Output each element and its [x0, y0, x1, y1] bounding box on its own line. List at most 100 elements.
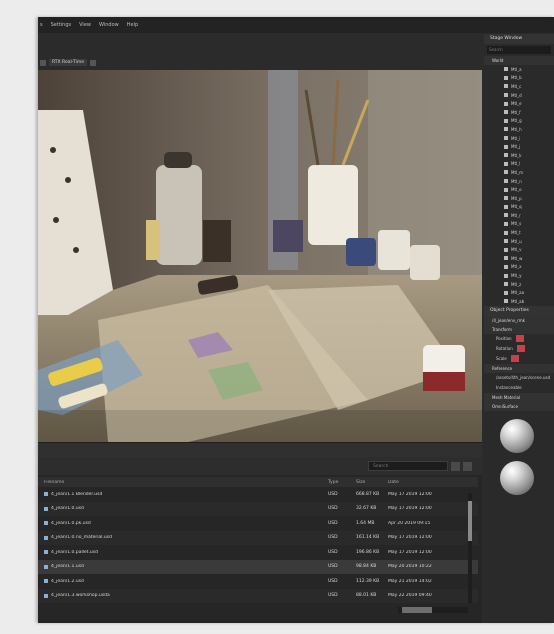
right-panel: Stage Window Search World Mtl_a Mtl_b Mtl_…: [484, 34, 554, 623]
tree-item[interactable]: Mtl_t: [484, 228, 554, 237]
tree-item[interactable]: Mtl_aa: [484, 288, 554, 297]
table-header: Filename Type Size Date: [38, 477, 478, 487]
tree-item[interactable]: Mtl_p: [484, 194, 554, 203]
material-icon: [504, 239, 508, 244]
x-axis-badge[interactable]: [515, 335, 524, 343]
camera-icon[interactable]: [90, 59, 96, 66]
menu-item-view[interactable]: View: [79, 22, 91, 28]
horizontal-scrollbar[interactable]: [398, 607, 468, 613]
material-icon: [504, 282, 508, 287]
prim-path-field[interactable]: /4_jean/env_rmk: [484, 315, 554, 325]
file-icon: [44, 550, 48, 555]
material-icon: [504, 299, 508, 304]
tree-item[interactable]: Mtl_w: [484, 254, 554, 263]
tree-item[interactable]: Mtl_f: [484, 108, 554, 117]
tree-item[interactable]: Mtl_c: [484, 82, 554, 91]
material-icon: [504, 187, 508, 192]
column-size[interactable]: Size: [356, 480, 388, 485]
material-icon: [504, 67, 508, 72]
menu-item-window[interactable]: Window: [99, 22, 119, 28]
tree-item[interactable]: Mtl_k: [484, 151, 554, 160]
tree-item[interactable]: Mtl_v: [484, 245, 554, 254]
tree-item-label: Mtl_e: [511, 101, 522, 107]
tree-item[interactable]: Mtl_m: [484, 168, 554, 177]
reference-section[interactable]: Reference: [484, 363, 554, 373]
app-window: s Settings View Window Help RTX Real-Tim…: [38, 17, 554, 623]
tree-item[interactable]: Mtl_s: [484, 220, 554, 229]
tree-item[interactable]: Mtl_a: [484, 65, 554, 74]
search-input[interactable]: Search: [368, 461, 448, 471]
tree-item[interactable]: Mtl_x: [484, 263, 554, 272]
transform-section[interactable]: Transform: [484, 324, 554, 334]
tree-item[interactable]: Mtl_z: [484, 280, 554, 289]
material-icon: [504, 290, 508, 295]
material-icon: [504, 179, 508, 184]
tree-item[interactable]: Mtl_y: [484, 271, 554, 280]
table-row-selected[interactable]: 4_jean/1.1.usd USD 98.84 KB May 20 2019 10:…: [38, 559, 478, 574]
x-axis-badge[interactable]: [510, 355, 519, 363]
scroll-thumb[interactable]: [468, 501, 472, 541]
scroll-thumb[interactable]: [402, 607, 432, 613]
table-row[interactable]: 4_jean/1.0.no_material.usd USD 161.14 KB Ma…: [38, 530, 478, 545]
reference-path[interactable]: /assets/4th_jean/scene.usd: [484, 373, 554, 383]
tree-item[interactable]: Mtl_ab: [484, 297, 554, 306]
menu-item-settings[interactable]: Settings: [51, 22, 72, 28]
tree-item[interactable]: Mtl_l: [484, 160, 554, 169]
material-icon: [504, 84, 508, 89]
tree-item[interactable]: Mtl_i: [484, 134, 554, 143]
tree-item-label: Mtl_w: [511, 255, 523, 261]
tree-item[interactable]: Mtl_u: [484, 237, 554, 246]
paint-jar-blue: [346, 238, 376, 266]
tree-item[interactable]: Mtl_g: [484, 117, 554, 126]
viewport[interactable]: [38, 70, 482, 442]
viewport-toolbar: RTX Real-Time: [38, 58, 482, 67]
settings-icon[interactable]: [40, 59, 46, 66]
table-row[interactable]: 4_jean/1.3.workshop.usda USD 88.01 KB May 2…: [38, 588, 478, 603]
tree-item[interactable]: Mtl_d: [484, 91, 554, 100]
tree-item-label: Mtl_j: [511, 144, 521, 150]
filter-icon[interactable]: [451, 461, 460, 471]
table-body: 4_jean/1.1 Blender.usd USD 668.87 KB May 17…: [38, 487, 478, 603]
stage-tree: Mtl_a Mtl_b Mtl_c Mtl_d Mtl_e Mtl_f Mtl_g Mtl_h…: [484, 65, 554, 306]
material-preview-sphere-2[interactable]: [500, 460, 534, 495]
column-type[interactable]: Type: [328, 480, 356, 485]
material-preview-sphere[interactable]: [500, 418, 534, 453]
paint-jar-white-2: [410, 245, 440, 280]
render-mode-dropdown[interactable]: RTX Real-Time: [49, 59, 87, 66]
menu-item-help[interactable]: Help: [127, 22, 138, 28]
gear-icon[interactable]: [463, 461, 472, 471]
menu-item-file[interactable]: s: [40, 22, 43, 28]
x-axis-badge[interactable]: [516, 345, 525, 353]
properties-panel-title[interactable]: Object Properties: [484, 305, 554, 316]
tree-item[interactable]: Mtl_e: [484, 99, 554, 108]
material-subsection[interactable]: OmniSurface: [484, 401, 554, 411]
material-icon: [504, 75, 508, 80]
stage-panel-title[interactable]: Stage Window: [484, 34, 554, 44]
tree-item[interactable]: Mtl_n: [484, 177, 554, 186]
material-icon: [504, 93, 508, 98]
table-row[interactable]: 4_jean/1.0.usd USD 32.67 KB May 17 2019 12:…: [38, 501, 478, 516]
table-row[interactable]: 4_jean/1.1 Blender.usd USD 668.87 KB May 17…: [38, 487, 478, 502]
tree-item-label: Mtl_f: [511, 109, 521, 115]
material-icon: [504, 196, 508, 201]
tree-item-label: Mtl_z: [511, 281, 522, 287]
tree-root[interactable]: World: [484, 56, 554, 65]
tree-item[interactable]: Mtl_h: [484, 125, 554, 134]
tree-item[interactable]: Mtl_o: [484, 185, 554, 194]
tree-item[interactable]: Mtl_r: [484, 211, 554, 220]
table-row[interactable]: 4_jean/1.0.pk.usd USD 1.64 MB Apr 20 2019 0…: [38, 516, 478, 531]
table-row[interactable]: 4_jean/1.0.pallet.usd USD 196.86 KB May 17 …: [38, 545, 478, 560]
tree-item[interactable]: Mtl_j: [484, 142, 554, 151]
table-row[interactable]: 4_jean/1.2.usd USD 112.39 KB May 21 2019 14…: [38, 574, 478, 589]
column-filename[interactable]: Filename: [38, 480, 328, 485]
vertical-scrollbar[interactable]: [468, 493, 472, 603]
tree-item-label: Mtl_m: [511, 169, 524, 175]
tree-item-label: Mtl_g: [511, 118, 522, 124]
tree-item[interactable]: Mtl_b: [484, 74, 554, 83]
file-icon: [44, 492, 48, 497]
tree-item[interactable]: Mtl_q: [484, 203, 554, 212]
column-date[interactable]: Date: [388, 480, 458, 485]
stage-search-input[interactable]: Search: [487, 46, 551, 54]
material-section[interactable]: Mesh Material: [484, 392, 554, 402]
material-icon: [504, 213, 508, 218]
